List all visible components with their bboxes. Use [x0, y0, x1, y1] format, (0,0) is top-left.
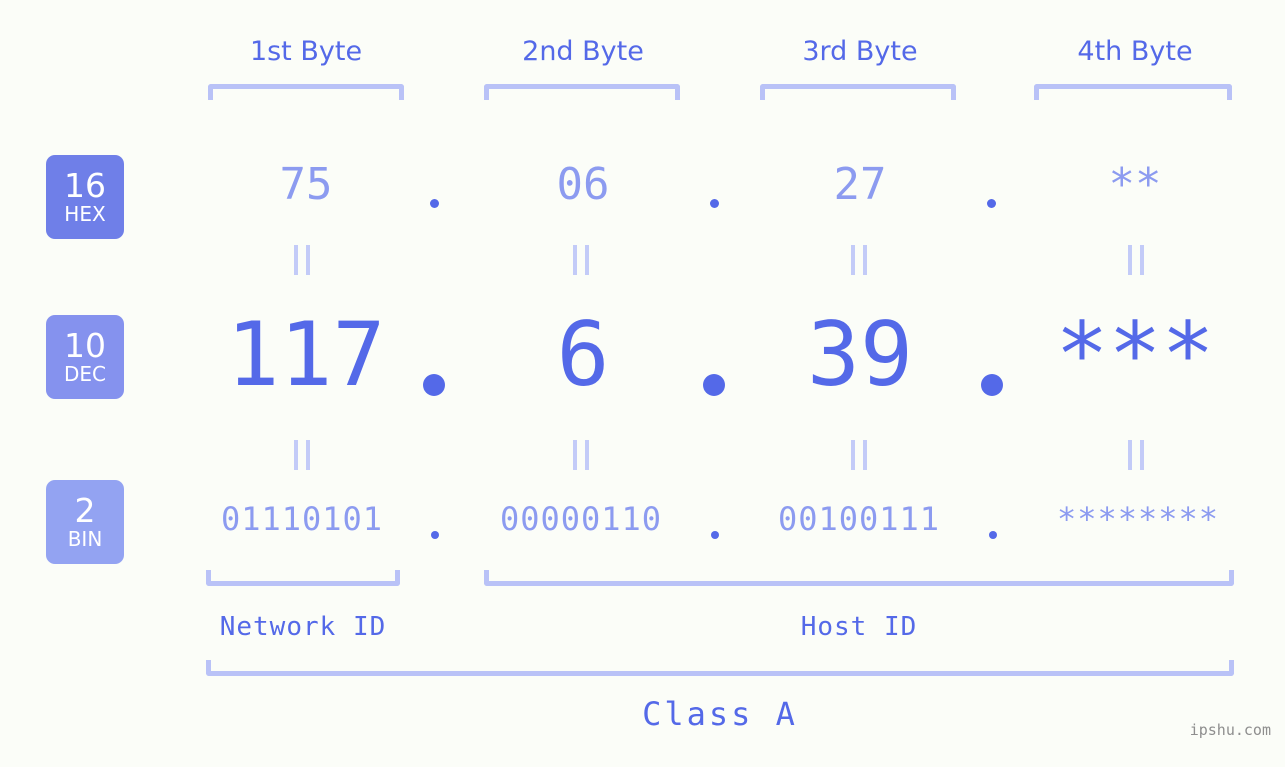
host-id-label: Host ID [800, 612, 918, 642]
byte-bracket-4 [1034, 84, 1232, 100]
equivalence-mark-dec-bin-2 [573, 440, 589, 470]
base-badge-bin-label: BIN [67, 527, 103, 551]
hex-separator-3 [987, 199, 996, 208]
byte-bracket-1 [208, 84, 404, 100]
bin-byte-2: 00000110 [499, 500, 663, 538]
byte-bracket-2 [484, 84, 680, 100]
dec-separator-3 [981, 374, 1003, 396]
hex-byte-4: ** [1108, 159, 1162, 210]
bin-byte-1: 01110101 [220, 500, 384, 538]
base-badge-hex: 16 HEX [46, 155, 124, 239]
ip-address-diagram: 1st Byte 2nd Byte 3rd Byte 4th Byte 16 H… [0, 0, 1285, 767]
equivalence-mark-dec-bin-4 [1128, 440, 1144, 470]
host-id-bracket [484, 570, 1234, 586]
dec-byte-1: 117 [226, 303, 386, 406]
equivalence-mark-hex-dec-3 [851, 245, 867, 275]
hex-byte-1: 75 [279, 159, 333, 210]
watermark: ipshu.com [1189, 721, 1271, 739]
class-bracket [206, 660, 1234, 676]
bin-byte-3: 00100111 [777, 500, 941, 538]
base-badge-dec-label: DEC [63, 362, 106, 386]
bin-byte-4: ******** [1056, 500, 1220, 538]
dec-separator-1 [423, 374, 445, 396]
bin-separator-2 [711, 531, 719, 539]
hex-byte-3: 27 [833, 159, 887, 210]
equivalence-mark-hex-dec-1 [294, 245, 310, 275]
base-badge-dec-number: 10 [64, 326, 106, 365]
base-badge-bin: 2 BIN [46, 480, 124, 564]
base-badge-dec: 10 DEC [46, 315, 124, 399]
dec-byte-2: 6 [556, 303, 610, 406]
byte-bracket-3 [760, 84, 956, 100]
byte-header-2: 2nd Byte [522, 36, 644, 67]
dec-byte-3: 39 [807, 303, 913, 406]
equivalence-mark-dec-bin-3 [851, 440, 867, 470]
class-label: Class A [642, 695, 798, 733]
bin-separator-1 [431, 531, 439, 539]
hex-separator-2 [710, 199, 719, 208]
base-badge-bin-number: 2 [74, 491, 96, 530]
equivalence-mark-hex-dec-2 [573, 245, 589, 275]
byte-header-3: 3rd Byte [802, 36, 918, 67]
hex-separator-1 [430, 199, 439, 208]
hex-byte-2: 06 [556, 159, 610, 210]
dec-separator-2 [703, 374, 725, 396]
base-badge-hex-number: 16 [64, 166, 106, 205]
equivalence-mark-hex-dec-4 [1128, 245, 1144, 275]
base-badge-hex-label: HEX [64, 202, 106, 226]
dec-byte-4: *** [1055, 303, 1215, 406]
network-id-bracket [206, 570, 400, 586]
byte-header-1: 1st Byte [249, 36, 363, 67]
bin-separator-3 [989, 531, 997, 539]
network-id-label: Network ID [219, 612, 387, 642]
equivalence-mark-dec-bin-1 [294, 440, 310, 470]
byte-header-4: 4th Byte [1077, 36, 1193, 67]
